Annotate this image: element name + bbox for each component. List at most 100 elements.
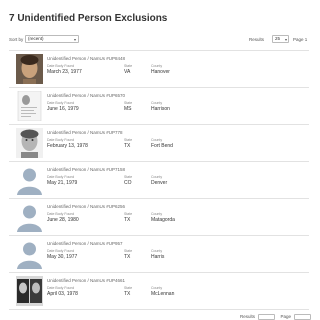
state-label: State: [124, 212, 133, 216]
date-found-label: Date Body Found: [47, 64, 75, 68]
page-indicator: Page 1: [293, 37, 308, 42]
record-photo[interactable]: [16, 239, 43, 269]
date-found-value: May 21, 1979: [47, 180, 78, 186]
date-found-label: Date Body Found: [47, 286, 75, 290]
record-row[interactable]: Unidentified Person / NamUs #UP778 Date B…: [9, 125, 309, 162]
state-value: TX: [124, 217, 131, 223]
record-row[interactable]: Unidentified Person / NamUs #UP957 Date B…: [9, 236, 309, 273]
date-found-value: May 30, 1977: [47, 254, 78, 260]
county-value: Harrison: [151, 106, 170, 112]
county-field: County Denver: [151, 175, 167, 186]
date-found-label: Date Body Found: [47, 175, 75, 179]
state-label: State: [124, 138, 133, 142]
record-row[interactable]: Unidentified Person / NamUs #UP7158 Date …: [9, 162, 309, 199]
sort-label: Sort by: [9, 37, 24, 42]
county-value: McLennan: [151, 291, 175, 297]
state-field: State TX: [124, 212, 132, 223]
list-controls: Sort by (recent) ▾ Results 25 ▾ Page 1: [9, 35, 309, 45]
date-found-field: Date Body Found May 30, 1977: [47, 249, 77, 260]
county-label: County: [151, 64, 163, 68]
record-photo[interactable]: [16, 276, 43, 306]
county-field: County Harrison: [151, 101, 170, 112]
date-found-field: Date Body Found March 23, 1977: [47, 64, 82, 75]
record-photo[interactable]: [16, 165, 43, 195]
county-value: Denver: [151, 180, 168, 186]
state-label: State: [124, 101, 133, 105]
state-label: State: [124, 249, 133, 253]
record-name-link[interactable]: Unidentified Person / NamUs #UP957: [47, 241, 123, 246]
date-found-field: Date Body Found April 03, 1978: [47, 286, 78, 297]
bottom-page-select[interactable]: [294, 314, 312, 320]
county-label: County: [151, 249, 163, 253]
state-value: TX: [124, 254, 131, 260]
county-label: County: [151, 175, 163, 179]
date-found-field: Date Body Found May 21, 1979: [47, 175, 77, 186]
county-field: County Matagorda: [151, 212, 175, 223]
bottom-page-label: Page: [280, 314, 292, 320]
state-label: State: [124, 175, 133, 179]
county-label: County: [151, 138, 163, 142]
state-field: State MS: [124, 101, 132, 112]
county-value: Fort Bend: [151, 143, 173, 149]
record-name-link[interactable]: Unidentified Person / NamUs #UP4661: [47, 278, 125, 283]
records-list: Unidentified Person / NamUs #UP8448 Date …: [9, 50, 309, 310]
county-field: County Hanover: [151, 64, 170, 75]
date-found-label: Date Body Found: [47, 212, 75, 216]
record-name-link[interactable]: Unidentified Person / NamUs #UP7158: [47, 167, 125, 172]
bottom-results-label: Results: [240, 314, 256, 320]
results-per-page-select[interactable]: 25 ▾: [272, 35, 289, 43]
date-found-value: June 16, 1979: [47, 106, 79, 112]
record-name-link[interactable]: Unidentified Person / NamUs #UP6256: [47, 204, 125, 209]
record-photo[interactable]: [16, 54, 43, 84]
date-found-field: Date Body Found June 16, 1979: [47, 101, 79, 112]
record-photo[interactable]: [16, 202, 43, 232]
page-title: 7 Unidentified Person Exclusions: [9, 13, 168, 24]
record-photo[interactable]: [16, 91, 43, 121]
state-field: State TX: [124, 249, 132, 260]
record-row[interactable]: Unidentified Person / NamUs #UP4661 Date …: [9, 273, 309, 310]
county-field: County Fort Bend: [151, 138, 173, 149]
state-value: VA: [124, 69, 131, 75]
state-field: State TX: [124, 286, 132, 297]
results-value: 25: [275, 36, 281, 41]
record-name-link[interactable]: Unidentified Person / NamUs #UP6570: [47, 93, 125, 98]
state-value: MS: [124, 106, 132, 112]
date-found-label: Date Body Found: [47, 249, 75, 253]
county-label: County: [151, 286, 163, 290]
chevron-down-icon: ▾: [73, 37, 76, 42]
state-field: State CO: [124, 175, 132, 186]
date-found-field: Date Body Found June 28, 1980: [47, 212, 79, 223]
county-value: Matagorda: [151, 217, 175, 223]
county-label: County: [151, 212, 163, 216]
results-label: Results: [249, 37, 265, 42]
county-field: County McLennan: [151, 286, 174, 297]
county-label: County: [151, 101, 163, 105]
date-found-label: Date Body Found: [47, 101, 75, 105]
date-found-value: February 13, 1978: [47, 143, 88, 149]
date-found-field: Date Body Found February 13, 1978: [47, 138, 88, 149]
state-field: State VA: [124, 64, 132, 75]
bottom-pager: Results Page: [240, 314, 312, 320]
sort-select[interactable]: (recent) ▾: [25, 35, 79, 43]
bottom-results-select[interactable]: [258, 314, 276, 320]
state-value: CO: [124, 180, 132, 186]
record-row[interactable]: Unidentified Person / NamUs #UP8448 Date …: [9, 51, 309, 88]
record-row[interactable]: Unidentified Person / NamUs #UP6256 Date …: [9, 199, 309, 236]
date-found-value: March 23, 1977: [47, 69, 82, 75]
record-name-link[interactable]: Unidentified Person / NamUs #UP778: [47, 130, 123, 135]
record-name-link[interactable]: Unidentified Person / NamUs #UP8448: [47, 56, 125, 61]
sort-value: (recent): [28, 36, 44, 41]
county-field: County Harris: [151, 249, 164, 260]
county-value: Harris: [151, 254, 165, 260]
state-value: TX: [124, 291, 131, 297]
record-row[interactable]: Unidentified Person / NamUs #UP6570 Date …: [9, 88, 309, 125]
county-value: Hanover: [151, 69, 170, 75]
date-found-value: April 03, 1978: [47, 291, 78, 297]
state-field: State TX: [124, 138, 132, 149]
state-value: TX: [124, 143, 131, 149]
date-found-value: June 28, 1980: [47, 217, 79, 223]
date-found-label: Date Body Found: [47, 138, 75, 142]
chevron-down-icon: ▾: [284, 37, 287, 42]
record-photo[interactable]: [16, 128, 43, 158]
state-label: State: [124, 64, 133, 68]
